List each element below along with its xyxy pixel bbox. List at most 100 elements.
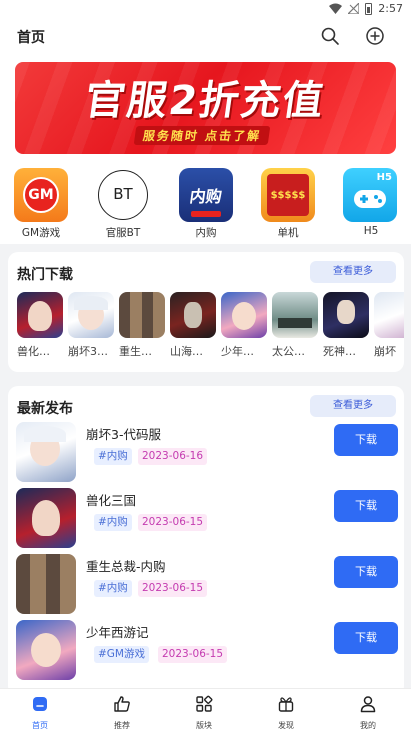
game-thumbnail [272, 292, 318, 338]
release-row[interactable]: 少年西游记 #GM游戏 2023-06-15 下载 [16, 620, 398, 682]
game-name: 兽化三国 [86, 493, 137, 508]
view-more-button[interactable]: 查看更多 [310, 261, 396, 283]
category-neigou[interactable]: 内购 内购 [176, 168, 236, 240]
category-tag: #内购 [94, 580, 132, 597]
hot-item[interactable]: 死神… [323, 292, 369, 359]
game-thumbnail [17, 292, 63, 338]
game-thumbnail [374, 292, 404, 338]
gm-icon-text: GM [23, 177, 59, 213]
section-title: 热门下载 [17, 267, 73, 283]
nav-label: 首页 [32, 721, 48, 730]
nav-me[interactable]: 我的 [338, 694, 398, 731]
home-icon [33, 697, 47, 711]
category-gm[interactable]: GM GM游戏 [11, 168, 71, 240]
nav-label: 我的 [360, 721, 376, 730]
standalone-icon-text: $$$$$ [270, 189, 306, 201]
nav-recommend[interactable]: 推荐 [92, 694, 152, 731]
battery-icon [365, 2, 373, 15]
hot-item[interactable]: 少年… [221, 292, 267, 359]
release-row[interactable]: 兽化三国 #内购 2023-06-15 下载 [16, 488, 398, 550]
standalone-icon: $$$$$ [261, 168, 315, 222]
game-thumbnail [16, 620, 76, 680]
status-clock: 2:57 [378, 2, 403, 15]
hot-item-name: 死神… [323, 345, 356, 358]
hot-item-name: 崩坏 [374, 345, 396, 358]
user-icon [360, 696, 376, 713]
nav-home[interactable]: 首页 [10, 694, 70, 731]
hot-item-name: 太公… [272, 345, 305, 358]
signal-icon [348, 3, 360, 14]
game-thumbnail [16, 422, 76, 482]
download-button[interactable]: 下载 [334, 490, 398, 522]
category-h5[interactable]: H5 H5 [340, 168, 400, 237]
download-button[interactable]: 下载 [334, 424, 398, 456]
nav-label: 发现 [278, 721, 294, 730]
hot-item[interactable]: 山海… [170, 292, 216, 359]
section-title: 最新发布 [17, 401, 73, 417]
app-header: 首页 [0, 18, 411, 54]
release-row[interactable]: 崩坏3-代码服 #内购 2023-06-16 下载 [16, 422, 398, 484]
game-thumbnail [221, 292, 267, 338]
download-button[interactable]: 下载 [334, 622, 398, 654]
game-name: 重生总裁-内购 [86, 559, 166, 574]
neigou-icon-text: 内购 [188, 187, 224, 206]
category-label: 内购 [195, 227, 217, 239]
latest-releases-card: 最新发布 查看更多 崩坏3-代码服 #内购 2023-06-16 下载 兽化三国… [8, 386, 404, 696]
page-title: 首页 [17, 30, 45, 46]
nav-label: 版块 [196, 721, 212, 730]
category-tag: #内购 [94, 514, 132, 531]
hot-item-name: 兽化… [17, 345, 50, 358]
download-button[interactable]: 下载 [334, 556, 398, 588]
status-bar: 2:57 [0, 0, 411, 18]
wifi-icon [329, 3, 343, 14]
game-name: 崩坏3-代码服 [86, 427, 161, 442]
view-more-button[interactable]: 查看更多 [310, 395, 396, 417]
search-icon[interactable] [320, 26, 340, 46]
plus-circle-icon[interactable] [365, 26, 385, 46]
category-label: GM游戏 [21, 227, 61, 239]
gm-icon: GM [14, 168, 68, 222]
date-tag: 2023-06-15 [158, 646, 228, 663]
promo-banner[interactable]: 官服2折充值 服务随时 点击了解 [15, 62, 396, 154]
h5-icon: H5 [343, 168, 397, 222]
hot-item[interactable]: 崩坏 [374, 292, 404, 359]
banner-section: 官服2折充值 服务随时 点击了解 [0, 54, 411, 166]
hot-item[interactable]: 太公… [272, 292, 318, 359]
hot-item[interactable]: 兽化… [17, 292, 63, 359]
date-tag: 2023-06-16 [138, 448, 208, 465]
h5-icon-text: H5 [376, 172, 392, 183]
hot-downloads-card: 热门下载 查看更多 兽化… 崩坏3… 重生… 山海… 少年… 太公… 死神… 崩… [8, 252, 404, 372]
nav-label: 推荐 [114, 721, 130, 730]
gamepad-icon [354, 190, 386, 208]
nav-sections[interactable]: 版块 [174, 694, 234, 731]
banner-subline: 服务随时 点击了解 [133, 126, 271, 145]
banner-headline: 官服2折充值 [81, 78, 329, 124]
hot-item-name: 崩坏3… [68, 345, 108, 358]
grid-icon [196, 695, 213, 712]
category-label: 单机 [277, 227, 299, 239]
hot-item-name: 山海… [170, 345, 203, 358]
hot-item-name: 少年… [221, 345, 254, 358]
gift-icon [278, 697, 294, 712]
category-bt[interactable]: BT 官服BT [93, 168, 153, 240]
bt-icon: BT [96, 168, 150, 222]
category-tag: #GM游戏 [94, 646, 149, 663]
game-thumbnail [119, 292, 165, 338]
hot-item[interactable]: 崩坏3… [68, 292, 114, 359]
game-thumbnail [323, 292, 369, 338]
hot-item-name: 重生… [119, 345, 152, 358]
category-label: H5 [363, 225, 379, 237]
date-tag: 2023-06-15 [138, 514, 208, 531]
nav-discover[interactable]: 发现 [256, 694, 316, 731]
neigou-icon: 内购 [179, 168, 233, 222]
category-label: 官服BT [105, 227, 141, 239]
game-name: 少年西游记 [86, 625, 149, 640]
bottom-navigation: 首页 推荐 版块 发现 我的 [0, 688, 411, 732]
game-thumbnail [68, 292, 114, 338]
release-row[interactable]: 重生总裁-内购 #内购 2023-06-15 下载 [16, 554, 398, 616]
category-standalone[interactable]: $$$$$ 单机 [258, 168, 318, 240]
category-tag: #内购 [94, 448, 132, 465]
bt-icon-text: BT [98, 170, 148, 220]
category-row: GM GM游戏 BT 官服BT 内购 内购 $$$$$ 单机 H5 H5 [0, 166, 411, 244]
hot-item[interactable]: 重生… [119, 292, 165, 359]
